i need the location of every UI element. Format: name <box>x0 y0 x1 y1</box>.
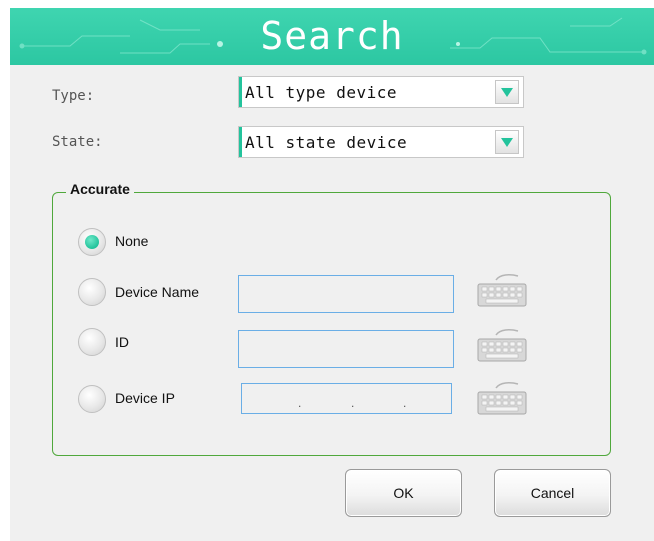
keyboard-icon[interactable] <box>474 325 530 365</box>
type-label: Type: <box>52 88 95 104</box>
state-label: State: <box>52 134 103 150</box>
type-select[interactable]: All type device <box>238 76 524 108</box>
keyboard-icon[interactable] <box>474 270 530 310</box>
dropdown-arrow-icon <box>501 88 513 97</box>
state-select-value: All state device <box>245 133 408 152</box>
radio-none[interactable] <box>78 228 106 256</box>
radio-device-ip[interactable] <box>78 385 106 413</box>
dialog-title: Search <box>260 14 404 58</box>
radio-selected-dot <box>85 235 99 249</box>
radio-device-name-label[interactable]: Device Name <box>115 284 199 300</box>
accurate-legend: Accurate <box>66 181 134 197</box>
type-select-value: All type device <box>245 83 397 102</box>
cancel-button[interactable]: Cancel <box>494 469 611 517</box>
left-margin <box>0 0 10 541</box>
top-margin <box>0 0 654 8</box>
type-dropdown-button[interactable] <box>495 80 519 104</box>
id-input[interactable] <box>238 330 454 368</box>
device-name-input[interactable] <box>238 275 454 313</box>
state-dropdown-button[interactable] <box>495 130 519 154</box>
keyboard-icon[interactable] <box>474 378 530 418</box>
state-select[interactable]: All state device <box>238 126 524 158</box>
search-dialog: Search Type: All type device State: All … <box>0 0 654 541</box>
radio-none-label[interactable]: None <box>115 233 148 249</box>
radio-id-label[interactable]: ID <box>115 334 129 350</box>
ip-separator: . <box>298 396 302 410</box>
title-bar: Search <box>10 8 654 65</box>
dropdown-arrow-icon <box>501 138 513 147</box>
radio-device-name[interactable] <box>78 278 106 306</box>
device-ip-input[interactable]: . . . <box>241 383 452 414</box>
ip-separator: . <box>403 396 407 410</box>
radio-id[interactable] <box>78 328 106 356</box>
radio-device-ip-label[interactable]: Device IP <box>115 390 175 406</box>
ok-button[interactable]: OK <box>345 469 462 517</box>
ip-separator: . <box>351 396 355 410</box>
